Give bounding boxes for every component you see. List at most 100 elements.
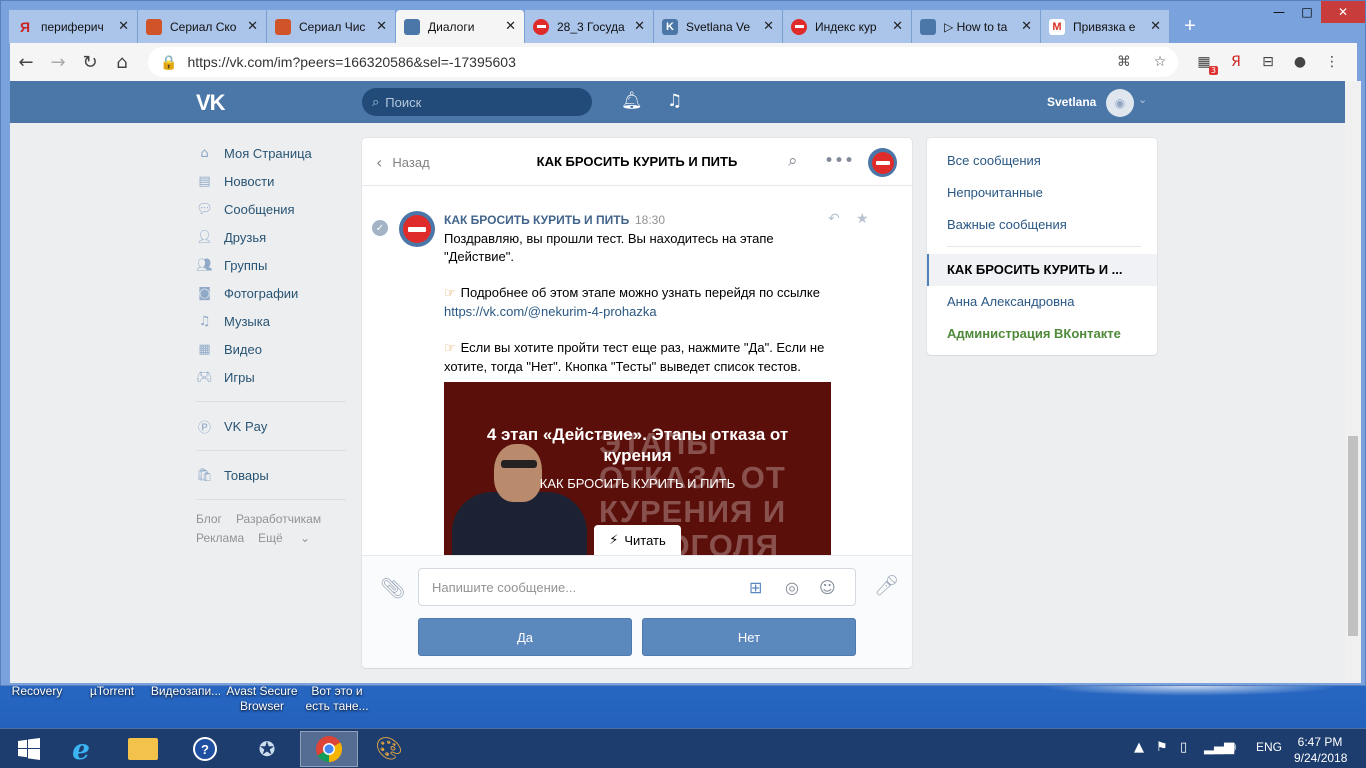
star-icon[interactable]: ★	[856, 211, 869, 227]
read-button[interactable]: ⚡︎ Читать	[594, 525, 681, 555]
tab-7[interactable]: ▷ How to ta ✕	[912, 10, 1041, 43]
tab-4[interactable]: 28_3 Госуда ✕	[525, 10, 654, 43]
forward-arrow-icon[interactable]: →	[42, 46, 74, 78]
music-note-icon[interactable]: ♫	[667, 91, 682, 111]
tab-5[interactable]: K Svetlana Ve ✕	[654, 10, 783, 43]
dialog-anna[interactable]: Анна Александровна	[947, 294, 1074, 309]
tab-2[interactable]: Сериал Чис ✕	[267, 10, 396, 43]
vk-search[interactable]: ⌕	[362, 88, 592, 116]
chat-avatar[interactable]	[868, 148, 897, 177]
dialog-active[interactable]: КАК БРОСИТЬ КУРИТЬ И ...	[927, 254, 1157, 286]
camera-icon[interactable]: ◎	[785, 578, 799, 597]
nav-item-news[interactable]: ▤ Новости	[196, 167, 346, 195]
chevron-down-icon[interactable]: ⌄	[1138, 93, 1147, 106]
maximize-icon[interactable]: □	[1293, 1, 1321, 23]
search-input[interactable]	[385, 94, 566, 110]
page-scrollbar[interactable]	[1345, 81, 1361, 683]
tab-3-dialogs[interactable]: Диалоги ✕	[396, 10, 525, 43]
vk-logo[interactable]: VK	[196, 90, 226, 116]
profile-icon[interactable]: ●	[1284, 46, 1316, 78]
dialog-vk-admin[interactable]: Администрация ВКонтакте	[947, 326, 1121, 341]
tab-close-icon[interactable]: ✕	[763, 19, 774, 34]
start-button[interactable]	[0, 731, 58, 767]
no-button[interactable]: Нет	[642, 618, 856, 656]
reload-icon[interactable]: ↻	[74, 46, 106, 78]
nav-item-video[interactable]: ▦ Видео	[196, 335, 346, 363]
nav-item-music[interactable]: ♫ Музыка	[196, 307, 346, 335]
tab-close-icon[interactable]: ✕	[1150, 19, 1161, 34]
message-avatar[interactable]	[399, 211, 435, 247]
tab-close-icon[interactable]: ✕	[634, 19, 645, 34]
yandex-extension-icon[interactable]: Я	[1220, 46, 1252, 78]
desktop-icon-recovery[interactable]: Recovery	[6, 684, 68, 699]
checkmark-icon[interactable]: ✓	[372, 220, 388, 236]
tab-close-icon[interactable]: ✕	[892, 19, 903, 34]
internet-explorer-icon[interactable]: e	[52, 731, 110, 767]
footer-devs-link[interactable]: Разработчикам	[236, 512, 321, 526]
nav-item-vkpay[interactable]: Ⓟ VK Pay	[196, 412, 346, 440]
desktop-icon-utorrent[interactable]: µTorrent	[84, 684, 140, 699]
flag-icon[interactable]: ⚑	[1156, 740, 1168, 755]
tray-arrow-icon[interactable]: ▲	[1134, 740, 1144, 755]
tab-8[interactable]: M Привязка е ✕	[1041, 10, 1170, 43]
article-card[interactable]: ЭТАПЫ ОТКАЗА ОТ КУРЕНИЯ И АЛКОГОЛЯ 4 эта…	[444, 382, 831, 555]
nav-item-groups[interactable]: 👥︎ Группы	[196, 251, 346, 279]
search-icon[interactable]: ⌕	[788, 151, 798, 171]
extension-icon[interactable]: ▦ 3	[1188, 46, 1220, 78]
app-icon[interactable]: ✪	[238, 731, 296, 767]
tab-6[interactable]: Индекс кур ✕	[783, 10, 912, 43]
message-author[interactable]: КАК БРОСИТЬ КУРИТЬ И ПИТЬ	[444, 213, 629, 227]
desktop-icon-folder[interactable]: Вот это и есть тане...	[304, 684, 370, 714]
user-name[interactable]: Svetlana	[1047, 95, 1096, 109]
nav-item-friends[interactable]: 👤︎ Друзья	[196, 223, 346, 251]
filter-all-messages[interactable]: Все сообщения	[947, 153, 1041, 168]
paint-icon[interactable]: 🎨︎	[360, 731, 418, 767]
nav-item-messages[interactable]: 💬︎ Сообщения	[196, 195, 346, 223]
microphone-icon[interactable]: 🎤︎	[874, 573, 899, 597]
home-icon[interactable]: ⌂	[106, 46, 138, 78]
bell-icon[interactable]: 🔔︎	[621, 91, 643, 111]
message-input-box[interactable]: ⊞ ◎ ☺	[418, 568, 856, 606]
battery-icon[interactable]: ▯	[1180, 740, 1187, 755]
nav-item-goods[interactable]: 🛍︎ Товары	[196, 461, 346, 489]
help-icon[interactable]: ?	[176, 731, 234, 767]
nav-item-photos[interactable]: ◙ Фотографии	[196, 279, 346, 307]
message-input[interactable]	[432, 579, 742, 595]
article-link[interactable]: https://vk.com/@nekurim-4-prohazka	[444, 304, 657, 319]
keyboard-bot-icon[interactable]: ⊞	[749, 578, 762, 597]
tab-close-icon[interactable]: ✕	[118, 19, 129, 34]
more-dots-icon[interactable]: •••	[824, 151, 854, 171]
footer-more-link[interactable]: Ещё ⌄	[258, 531, 310, 545]
lock-extension-icon[interactable]: ⊟	[1252, 46, 1284, 78]
volume-icon[interactable]: 🔊︎	[1228, 740, 1236, 755]
language-indicator[interactable]: ENG	[1256, 740, 1282, 754]
tab-close-icon[interactable]: ✕	[1021, 19, 1032, 34]
tab-close-icon[interactable]: ✕	[505, 19, 516, 34]
desktop-icon-avast[interactable]: Avast Secure Browser	[226, 684, 298, 714]
close-window-icon[interactable]: ✕	[1321, 1, 1365, 23]
reply-icon[interactable]: ↶	[828, 211, 840, 227]
translate-icon[interactable]: ⌘	[1106, 54, 1142, 70]
footer-blog-link[interactable]: Блог	[196, 512, 222, 526]
tab-0[interactable]: Я периферич ✕	[9, 10, 138, 43]
scrollbar-thumb[interactable]	[1348, 436, 1358, 636]
tab-1[interactable]: Сериал Ско ✕	[138, 10, 267, 43]
paperclip-icon[interactable]: 📎︎	[380, 576, 405, 600]
file-explorer-icon[interactable]	[114, 731, 172, 767]
back-arrow-icon[interactable]: ←	[10, 46, 42, 78]
desktop-icon-video[interactable]: Видеозапи...	[150, 684, 222, 699]
tab-close-icon[interactable]: ✕	[247, 19, 258, 34]
yes-button[interactable]: Да	[418, 618, 632, 656]
nav-item-my-page[interactable]: ⌂ Моя Страница	[196, 139, 346, 167]
tab-close-icon[interactable]: ✕	[376, 19, 387, 34]
emoji-icon[interactable]: ☺	[819, 578, 836, 597]
footer-ads-link[interactable]: Реклама	[196, 531, 244, 545]
bookmark-star-icon[interactable]: ☆	[1142, 54, 1178, 70]
chrome-icon[interactable]	[300, 731, 358, 767]
nav-item-games[interactable]: 🎮︎ Игры	[196, 363, 346, 391]
filter-unread[interactable]: Непрочитанные	[947, 185, 1043, 200]
minimize-icon[interactable]: —	[1265, 1, 1293, 23]
new-tab-button[interactable]: +	[1170, 10, 1210, 43]
avatar[interactable]: ◉	[1106, 89, 1134, 117]
filter-important[interactable]: Важные сообщения	[947, 217, 1067, 232]
